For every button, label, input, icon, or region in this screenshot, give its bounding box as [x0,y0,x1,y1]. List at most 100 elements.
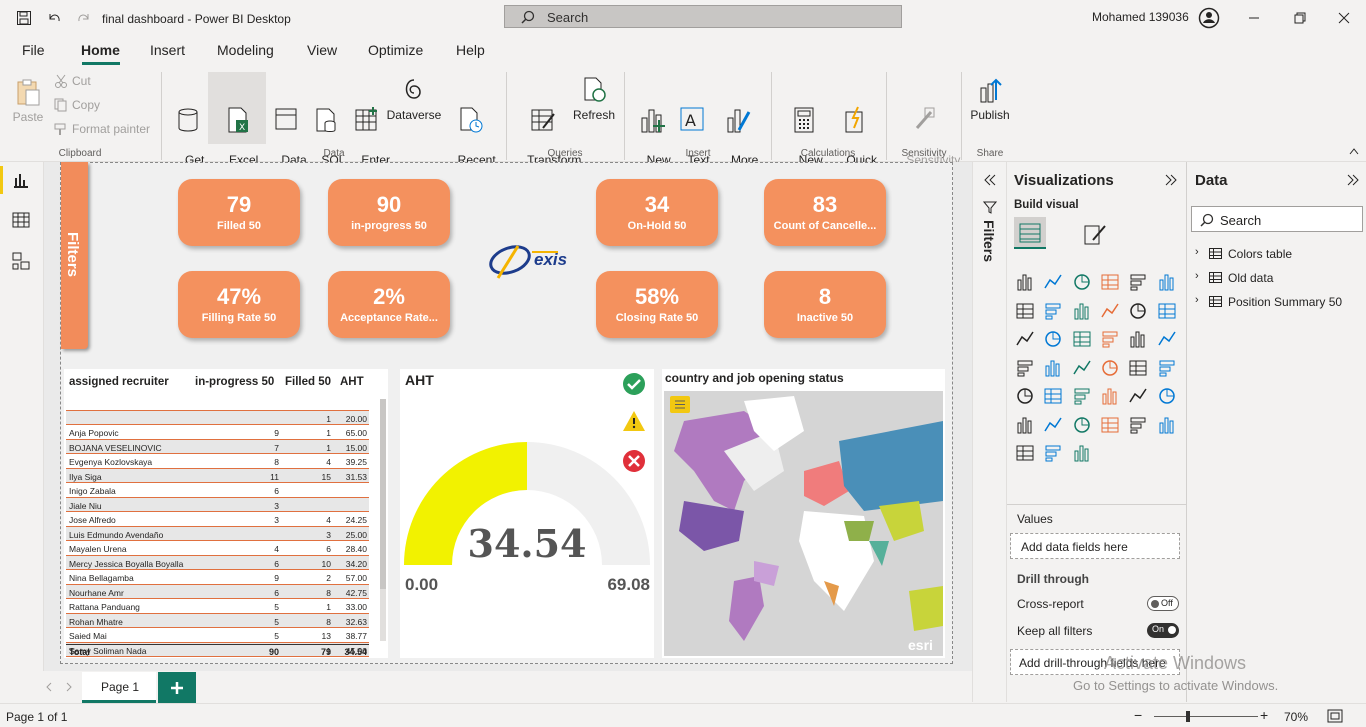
filters-tab[interactable]: Filters [61,162,88,349]
values-drop-zone[interactable]: Add data fields here [1010,533,1180,559]
report-view-icon[interactable] [12,172,30,188]
scrollbar-thumb[interactable] [380,399,386,589]
visual-type-icon[interactable] [1072,358,1092,378]
column-header[interactable]: in-progress 50 [195,376,274,388]
table-row[interactable]: Nina Bellagamba 9 2 57.00 [66,570,369,585]
table-row[interactable]: Inigo Zabala 6 [66,483,369,498]
table-scrollbar[interactable] [380,399,386,641]
search-box[interactable]: Search [504,5,902,28]
kpi-card-acceptance-rate[interactable]: 2% Acceptance Rate... [328,271,450,338]
table-row[interactable]: Mayalen Urena 4 6 28.40 [66,541,369,556]
collapse-visualizations-icon[interactable] [1163,172,1179,188]
visual-type-icon[interactable] [1100,329,1120,349]
avatar-icon[interactable] [1198,7,1220,29]
next-page-icon[interactable] [64,681,74,693]
minimize-icon[interactable] [1246,10,1262,26]
zoom-out-icon[interactable]: − [1134,707,1142,723]
visual-type-icon[interactable] [1015,329,1035,349]
menu-insert[interactable]: Insert [150,42,185,58]
visual-type-icon[interactable] [1128,415,1148,435]
zoom-slider-thumb[interactable] [1186,711,1190,722]
data-table-item[interactable]: › Position Summary 50 [1195,294,1363,312]
table-row[interactable]: Anja Popovic 9 1 65.00 [66,425,369,440]
visual-type-icon[interactable] [1100,386,1120,406]
cross-report-toggle[interactable]: Off [1147,596,1179,611]
fit-to-page-icon[interactable] [1327,709,1343,723]
menu-help[interactable]: Help [456,42,485,58]
table-row[interactable]: Ilya Siga 11 15 31.53 [66,468,369,483]
visual-type-icon[interactable] [1128,301,1148,321]
redo-icon[interactable] [76,10,92,26]
table-row[interactable]: Rohan Mhatre 5 8 32.63 [66,613,369,628]
visual-type-icon[interactable] [1072,301,1092,321]
visual-type-icon[interactable] [1043,329,1063,349]
column-header[interactable]: Filled 50 [285,376,331,388]
refresh-button[interactable]: Refresh [572,76,616,123]
copy-button[interactable]: Copy [54,98,100,113]
menu-modeling[interactable]: Modeling [217,42,274,58]
column-header[interactable]: assigned recruiter [69,376,169,388]
table-row[interactable]: 1 20.00 [66,410,369,425]
table-row[interactable]: Evgenya Kozlovskaya 8 4 39.25 [66,454,369,469]
kpi-card-cancelled[interactable]: 83 Count of Cancelle... [764,179,886,246]
menu-home[interactable]: Home [81,42,120,58]
data-table-item[interactable]: › Colors table [1195,246,1363,264]
format-visual-icon[interactable] [1081,220,1109,248]
visual-type-icon[interactable] [1157,329,1177,349]
visual-type-icon[interactable] [1043,358,1063,378]
visual-type-icon[interactable] [1043,415,1063,435]
visual-type-icon[interactable] [1072,386,1092,406]
collapse-ribbon-icon[interactable] [1348,146,1360,156]
add-page-button[interactable] [158,672,196,703]
filters-pane-collapsed[interactable]: Filters [973,162,1007,702]
visual-type-icon[interactable] [1015,386,1035,406]
aht-gauge-visual[interactable]: AHT 34.54 0.00 69.08 [400,369,654,658]
visual-type-icon[interactable] [1128,358,1148,378]
visual-type-icon[interactable] [1128,329,1148,349]
visual-type-icon[interactable] [1100,358,1120,378]
publish-button[interactable]: Publish [968,76,1012,123]
undo-icon[interactable] [46,10,62,26]
map-area[interactable] [664,391,943,656]
column-header[interactable]: AHT [340,376,364,388]
model-view-icon[interactable] [12,252,30,270]
table-row[interactable]: Rattana Panduang 5 1 33.00 [66,599,369,614]
kpi-card-inactive[interactable]: 8 Inactive 50 [764,271,886,338]
restore-icon[interactable] [1292,10,1308,26]
data-search-input[interactable]: Search [1191,206,1363,232]
user-name[interactable]: Mohamed 139036 [1092,10,1189,24]
visual-type-icon[interactable] [1157,415,1177,435]
visual-type-icon[interactable] [1100,415,1120,435]
kpi-card-in-progress[interactable]: 90 in-progress 50 [328,179,450,246]
visual-type-icon[interactable] [1015,301,1035,321]
save-icon[interactable] [16,10,32,26]
visual-type-icon[interactable] [1128,386,1148,406]
kpi-card-filling-rate[interactable]: 47% Filling Rate 50 [178,271,300,338]
zoom-slider[interactable] [1154,716,1258,717]
visual-type-icon[interactable] [1157,386,1177,406]
menu-file[interactable]: File [22,42,45,58]
visual-type-icon[interactable] [1128,272,1148,292]
visual-type-icon[interactable] [1043,386,1063,406]
visual-type-icon[interactable] [1100,272,1120,292]
visual-type-icon[interactable] [1015,272,1035,292]
table-row[interactable]: Jiale Niu 3 [66,497,369,512]
visual-type-icon[interactable] [1157,301,1177,321]
paste-button[interactable]: Paste [10,78,46,125]
menu-optimize[interactable]: Optimize [368,42,423,58]
visual-type-icon[interactable] [1157,358,1177,378]
visual-type-icon[interactable] [1072,272,1092,292]
map-legend-toggle[interactable] [670,396,690,413]
keep-filters-toggle[interactable]: On [1147,623,1179,638]
visual-type-icon[interactable] [1043,272,1063,292]
table-row[interactable]: Jose Alfredo 3 4 24.25 [66,512,369,527]
map-visual[interactable]: country and job opening status esri [662,369,945,658]
table-row[interactable]: Mercy Jessica Boyalla Boyalla 6 10 34.20 [66,555,369,570]
visual-type-icon[interactable] [1015,415,1035,435]
menu-view[interactable]: View [307,42,337,58]
table-row[interactable]: Luis Edmundo Avendaño 3 25.00 [66,526,369,541]
table-row[interactable] [66,396,369,411]
visual-type-icon[interactable] [1072,443,1092,463]
collapse-data-icon[interactable] [1345,172,1361,188]
page-tab-1[interactable]: Page 1 [82,672,156,703]
